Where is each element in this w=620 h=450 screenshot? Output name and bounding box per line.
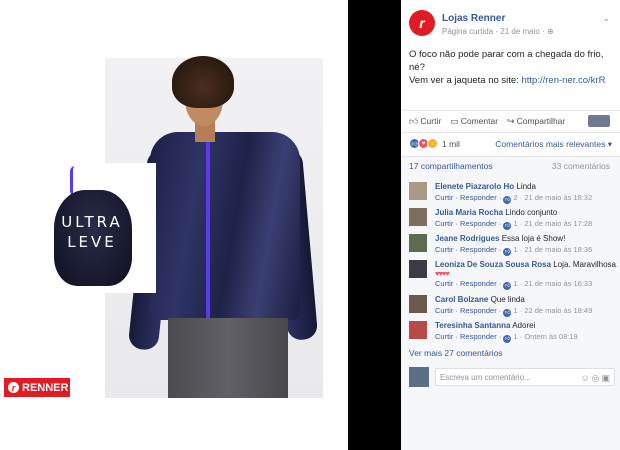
like-button[interactable]: 👍︎ Curtir <box>409 116 441 127</box>
facebook-photo-viewer: ULTRA LEVE r RENNER r Lojas Renner Págin… <box>0 0 620 450</box>
audience-selector[interactable] <box>588 115 610 127</box>
post-text-line2: Vem ver a jaqueta no site: http://ren-ne… <box>409 75 606 86</box>
like-badge-icon: 👍︎ <box>503 335 512 343</box>
post-photo[interactable]: ULTRA LEVE r RENNER <box>0 0 348 450</box>
post-sidebar: r Lojas Renner Página curtida · 21 de ma… <box>401 0 620 450</box>
avatar <box>409 367 429 387</box>
comment-reply-links[interactable]: Curtir · Responder · <box>435 279 501 288</box>
view-more-comments-link[interactable]: Ver mais 27 comentários <box>409 348 503 358</box>
comment-time[interactable]: 21 de maio às 18:32 <box>524 193 592 202</box>
comment-item: Julia Maria Rocha Lindo conjunto Curtir … <box>409 204 617 230</box>
comments-count[interactable]: 33 comentários <box>552 161 610 171</box>
model-pants <box>168 318 288 398</box>
avatar[interactable] <box>409 208 427 226</box>
comment-likes: 1 <box>513 245 518 254</box>
like-badge-icon: 👍︎ <box>503 248 512 256</box>
comment-button[interactable]: ▭ Comentar <box>450 116 498 127</box>
comment-item: Teresinha Santanna Adorei Curtir · Respo… <box>409 317 617 343</box>
post-text: O foco não pode parar com a chegada do f… <box>409 48 614 87</box>
page-liked-label: Página curtida <box>442 27 494 36</box>
comment-reply-links[interactable]: Curtir · Responder · <box>435 219 501 228</box>
renner-logo: r RENNER <box>4 378 70 397</box>
pouch-text-line2: LEVE <box>67 233 117 251</box>
page-avatar[interactable]: r <box>409 10 435 36</box>
comment-author[interactable]: Teresinha Santanna <box>435 321 510 330</box>
comment-author[interactable]: Carol Bolzane <box>435 295 488 304</box>
model-jacket <box>150 132 300 320</box>
comment-item: Jeane Rodrigues Essa loja é Show! Curtir… <box>409 230 617 256</box>
avatar[interactable] <box>409 182 427 200</box>
comment-likes: 1 <box>513 306 518 315</box>
share-button[interactable]: ↪ Compartilhar <box>507 116 565 127</box>
reactions-summary[interactable]: 👍︎ ♥ ○ 1 mil <box>409 138 460 149</box>
wow-reaction-icon: ○ <box>427 138 438 149</box>
comment-icon: ▭ <box>450 116 459 126</box>
comment-likes: 1 <box>513 332 518 341</box>
comment-likes: 2 <box>513 193 518 202</box>
heart-emoji: ♥♥♥♥ <box>435 269 450 278</box>
comment-reply-links[interactable]: Curtir · Responder · <box>435 332 501 341</box>
comment-author[interactable]: Elenete Piazarolo Ho <box>435 182 514 191</box>
comment-time[interactable]: 21 de maio às 17:28 <box>524 219 592 228</box>
comment-author[interactable]: Jeane Rodrigues <box>435 234 499 243</box>
comment-likes: 1 <box>513 279 518 288</box>
comment-reply-links[interactable]: Curtir · Responder · <box>435 245 501 254</box>
globe-icon: ⊕ <box>546 27 554 36</box>
comment-author[interactable]: Julia Maria Rocha <box>435 208 503 217</box>
post-text-line1: O foco não pode parar com a chegada do f… <box>409 49 604 73</box>
comment-item: Leoniza De Souza Sousa Rosa Loja. Maravi… <box>409 256 617 290</box>
comment-time[interactable]: Ontem às 08:19 <box>524 332 577 341</box>
pouch-text-line1: ULTRA <box>61 213 123 231</box>
comment-author[interactable]: Leoniza De Souza Sousa Rosa <box>435 260 551 269</box>
comment-item: Elenete Piazarolo Ho Linda Curtir · Resp… <box>409 178 617 204</box>
renner-r-icon: r <box>8 382 19 393</box>
comment-placeholder: Escreva um comentário... <box>440 373 531 382</box>
chevron-down-icon[interactable]: ⌄ <box>602 13 610 24</box>
like-badge-icon: 👍︎ <box>503 309 512 317</box>
jacket-zipper <box>206 138 210 320</box>
renner-logo-text: RENNER <box>22 381 69 394</box>
comment-likes: 1 <box>513 219 518 228</box>
post-date[interactable]: 21 de maio <box>500 27 540 36</box>
avatar[interactable] <box>409 321 427 339</box>
comment-text: Linda <box>516 182 536 191</box>
like-badge-icon: 👍︎ <box>503 282 512 290</box>
avatar[interactable] <box>409 260 427 278</box>
comment-input[interactable]: Escreva um comentário... ☺◎▣ <box>435 368 615 386</box>
share-icon: ↪ <box>507 116 515 126</box>
comment-reply-links[interactable]: Curtir · Responder · <box>435 306 501 315</box>
write-comment: Escreva um comentário... ☺◎▣ <box>409 367 615 389</box>
comment-item: Carol Bolzane Que linda Curtir · Respond… <box>409 291 617 317</box>
comment-text: Que linda <box>490 295 525 304</box>
post-link[interactable]: http://ren-ner.co/krR <box>521 75 605 86</box>
comment-sort-dropdown[interactable]: Comentários mais relevantes ▾ <box>495 139 612 150</box>
comment-reply-links[interactable]: Curtir · Responder · <box>435 193 501 202</box>
comment-text: Essa loja é Show! <box>501 234 566 243</box>
comment-time[interactable]: 21 de maio às 18:36 <box>524 245 592 254</box>
page-name[interactable]: Lojas Renner <box>442 13 505 24</box>
emoji-camera-gif-icons[interactable]: ☺◎▣ <box>580 373 612 384</box>
post-meta: Página curtida · 21 de maio · ⊕ <box>442 27 554 36</box>
reactions-count: 1 mil <box>442 138 460 149</box>
comment-time[interactable]: 22 de maio às 18:49 <box>524 306 592 315</box>
comment-text: Adorei <box>512 321 536 330</box>
avatar[interactable] <box>409 295 427 313</box>
shares-count[interactable]: 17 compartilhamentos <box>409 161 493 171</box>
comment-text: Loja. Maravilhosa. <box>553 260 617 269</box>
like-badge-icon: 👍︎ <box>503 222 512 230</box>
comment-time[interactable]: 21 de maio às 16:33 <box>524 279 592 288</box>
like-badge-icon: 👍︎ <box>503 196 512 204</box>
model-hair <box>172 56 234 108</box>
comment-text: Lindo conjunto <box>505 208 558 217</box>
avatar[interactable] <box>409 234 427 252</box>
thumbs-up-icon: 👍︎ <box>409 116 419 126</box>
